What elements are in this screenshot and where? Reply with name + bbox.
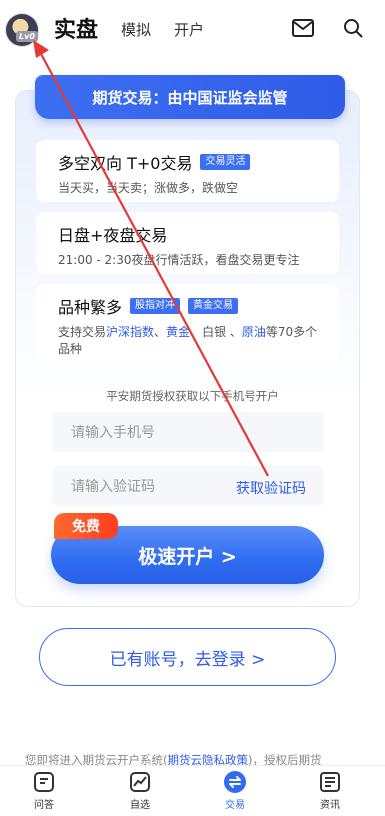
get-code-button[interactable]: 获取验证码 [236, 478, 306, 498]
search-icon[interactable] [343, 18, 363, 38]
feature-desc: 当天买，当天卖；涨做多，跌做空 [58, 181, 239, 195]
watchlist-icon [130, 772, 150, 792]
feature-title-text: 品种繁多 [58, 298, 123, 317]
feature-tag: 交易灵活 [200, 154, 251, 170]
feature-title: 日盘+夜盘交易 [58, 222, 325, 246]
feature-desc: 支持交易沪深指数、黄金、白银 、原油等70多个品种 [58, 324, 325, 358]
feature-title: 品种繁多 股指对冲 黄金交易 [58, 294, 325, 318]
nav-item-qa[interactable]: 问答 [14, 770, 74, 811]
qa-icon [34, 772, 54, 792]
feature-desc: 21:00 - 2:30夜盘行情活跃，看盘交易更专注 [58, 253, 300, 267]
tab-real-trading[interactable]: 实盘 [54, 12, 98, 44]
feature-two-way: 多空双向 T+0交易 交易灵活 当天买，当天卖；涨做多，跌做空 [36, 140, 339, 202]
feature-title: 多空双向 T+0交易 交易灵活 [58, 150, 325, 174]
tab-open-account[interactable]: 开户 [174, 19, 204, 40]
feature-varieties: 品种繁多 股指对冲 黄金交易 支持交易沪深指数、黄金、白银 、原油等70多个品种 [36, 284, 339, 362]
phone-input[interactable]: 请输入手机号 [52, 412, 324, 452]
nav-item-trade[interactable]: 交易 [205, 770, 265, 811]
desc-highlight: 黄金 [166, 325, 191, 339]
trade-icon [224, 771, 246, 793]
tab-simulation[interactable]: 模拟 [121, 19, 151, 40]
free-badge: 免费 [54, 513, 118, 539]
nav-label: 交易 [225, 800, 245, 811]
desc-text: 、白银 、 [190, 325, 242, 339]
user-avatar[interactable]: Lv0 [6, 14, 38, 46]
nav-label: 资讯 [320, 800, 340, 811]
feature-tag: 股指对冲 [130, 298, 181, 314]
bottom-nav: 问答 自选 交易 资讯 [0, 765, 385, 816]
level-badge: Lv0 [16, 31, 38, 42]
nav-label: 自选 [130, 800, 150, 811]
regulation-banner: 期货交易：由中国证监会监管 [35, 75, 345, 119]
top-header: Lv0 实盘 模拟 开户 [0, 0, 385, 58]
feature-night-session: 日盘+夜盘交易 21:00 - 2:30夜盘行情活跃，看盘交易更专注 [36, 212, 339, 274]
feature-tag: 黄金交易 [188, 298, 239, 314]
mail-icon[interactable] [292, 19, 314, 37]
feature-title-text: 日盘+夜盘交易 [58, 226, 168, 245]
desc-text: 、 [154, 325, 167, 339]
auth-note: 平安期货授权获取以下手机号开户 [106, 389, 279, 403]
desc-text: 支持交易 [58, 325, 107, 339]
nav-item-watchlist[interactable]: 自选 [110, 770, 170, 811]
desc-highlight: 沪深指数 [106, 325, 155, 339]
login-button[interactable]: 已有账号，去登录 > [39, 628, 336, 686]
feature-title-text: 多空双向 T+0交易 [58, 154, 193, 173]
nav-label: 问答 [34, 800, 54, 811]
desc-highlight: 原油 [241, 325, 266, 339]
news-icon [320, 772, 340, 792]
nav-item-news[interactable]: 资讯 [300, 770, 360, 811]
